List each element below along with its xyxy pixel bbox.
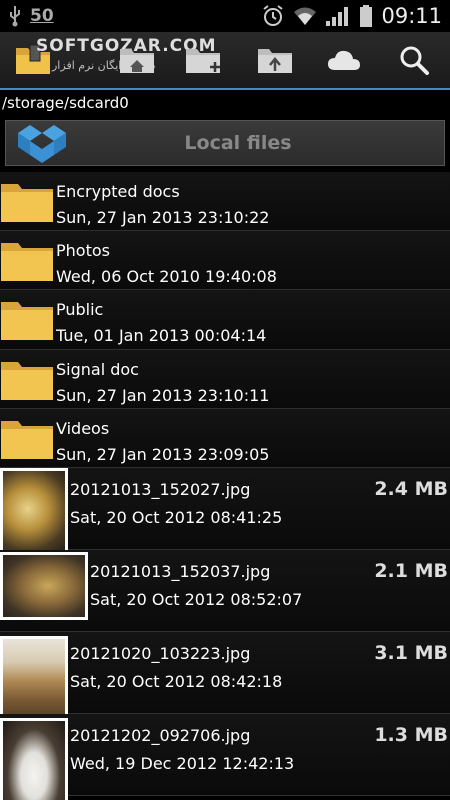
dropbox-icon xyxy=(18,125,66,163)
file-name: 20121020_103223.jpg xyxy=(70,643,251,663)
list-item[interactable]: Signal doc Sun, 27 Jan 2013 23:10:11 xyxy=(0,349,450,409)
usb-icon xyxy=(10,6,20,27)
list-item[interactable]: Videos Sun, 27 Jan 2013 23:09:05 xyxy=(0,408,450,468)
list-item[interactable]: Public Tue, 01 Jan 2013 00:04:14 xyxy=(0,290,450,350)
file-date: Wed, 19 Dec 2012 12:42:13 xyxy=(70,753,295,773)
folder-date: Sun, 27 Jan 2013 23:10:11 xyxy=(56,385,270,405)
clock: 09:11 xyxy=(381,4,442,28)
file-name: 20121013_152037.jpg xyxy=(90,561,271,581)
file-name: 20121202_092706.jpg xyxy=(70,725,251,745)
list-item[interactable]: 20121013_152037.jpg Sat, 20 Oct 2012 08:… xyxy=(0,549,450,632)
file-name: 20121013_152027.jpg xyxy=(70,479,251,499)
image-thumbnail xyxy=(0,635,68,718)
folder-date: Tue, 01 Jan 2013 00:04:14 xyxy=(56,326,267,346)
action-bar: SOFTGOZAR.COM دانلود رایگان نرم افزار xyxy=(0,32,450,90)
file-date: Sat, 20 Oct 2012 08:52:07 xyxy=(90,589,303,609)
file-size: 3.1 MB xyxy=(374,641,448,664)
new-folder-button[interactable] xyxy=(182,40,226,80)
folder-icon xyxy=(1,302,53,341)
app-folder-icon xyxy=(16,44,50,74)
wifi-icon xyxy=(294,7,317,25)
folder-name: Photos xyxy=(56,241,110,261)
folder-icon xyxy=(1,361,53,400)
folder-icon xyxy=(1,420,53,459)
folder-date: Sun, 27 Jan 2013 23:09:05 xyxy=(56,444,270,464)
file-size: 2.1 MB xyxy=(374,559,448,582)
folder-name: Encrypted docs xyxy=(56,182,180,201)
image-thumbnail xyxy=(0,717,68,800)
folder-icon xyxy=(1,243,53,282)
source-label: Local files xyxy=(184,132,292,154)
home-folder-icon xyxy=(120,49,154,73)
list-item[interactable]: 20121013_152027.jpg Sat, 20 Oct 2012 08:… xyxy=(0,467,450,558)
upload-folder-icon xyxy=(258,49,292,73)
folder-name: Public xyxy=(56,300,104,320)
list-item[interactable]: Encrypted docs Sun, 27 Jan 2013 23:10:22 xyxy=(0,172,450,232)
new-folder-icon xyxy=(186,49,220,73)
notification-count: 50 xyxy=(30,6,54,26)
search-button[interactable] xyxy=(392,40,436,80)
file-size: 1.3 MB xyxy=(374,723,448,746)
folder-icon xyxy=(1,184,53,222)
image-thumbnail xyxy=(0,467,68,558)
file-date: Sat, 20 Oct 2012 08:42:18 xyxy=(70,671,283,691)
folder-name: Signal doc xyxy=(56,359,139,379)
folder-date: Wed, 06 Oct 2010 19:40:08 xyxy=(56,267,277,287)
image-thumbnail xyxy=(0,551,88,620)
cloud-button[interactable] xyxy=(322,40,366,80)
app-logo-button[interactable] xyxy=(12,40,56,80)
status-bar: 50 09:11 xyxy=(0,0,450,32)
list-item[interactable]: 20121020_103223.jpg Sat, 20 Oct 2012 08:… xyxy=(0,631,450,718)
home-button[interactable] xyxy=(116,40,160,80)
current-path: /storage/sdcard0 xyxy=(2,94,129,112)
folder-name: Videos xyxy=(56,418,110,438)
signal-icon xyxy=(326,7,349,26)
file-size: 2.4 MB xyxy=(374,477,448,500)
cloud-icon xyxy=(328,50,360,70)
upload-button[interactable] xyxy=(254,40,298,80)
file-list: Encrypted docs Sun, 27 Jan 2013 23:10:22… xyxy=(0,172,450,800)
folder-date: Sun, 27 Jan 2013 23:10:22 xyxy=(56,208,270,227)
list-item[interactable]: 20121202_092706.jpg Wed, 19 Dec 2012 12:… xyxy=(0,713,450,800)
search-icon xyxy=(400,46,429,75)
alarm-icon xyxy=(263,5,284,26)
battery-icon xyxy=(360,5,373,27)
source-selector[interactable]: Local files xyxy=(5,120,445,166)
file-date: Sat, 20 Oct 2012 08:41:25 xyxy=(70,507,283,527)
list-item[interactable]: Photos Wed, 06 Oct 2010 19:40:08 xyxy=(0,231,450,291)
